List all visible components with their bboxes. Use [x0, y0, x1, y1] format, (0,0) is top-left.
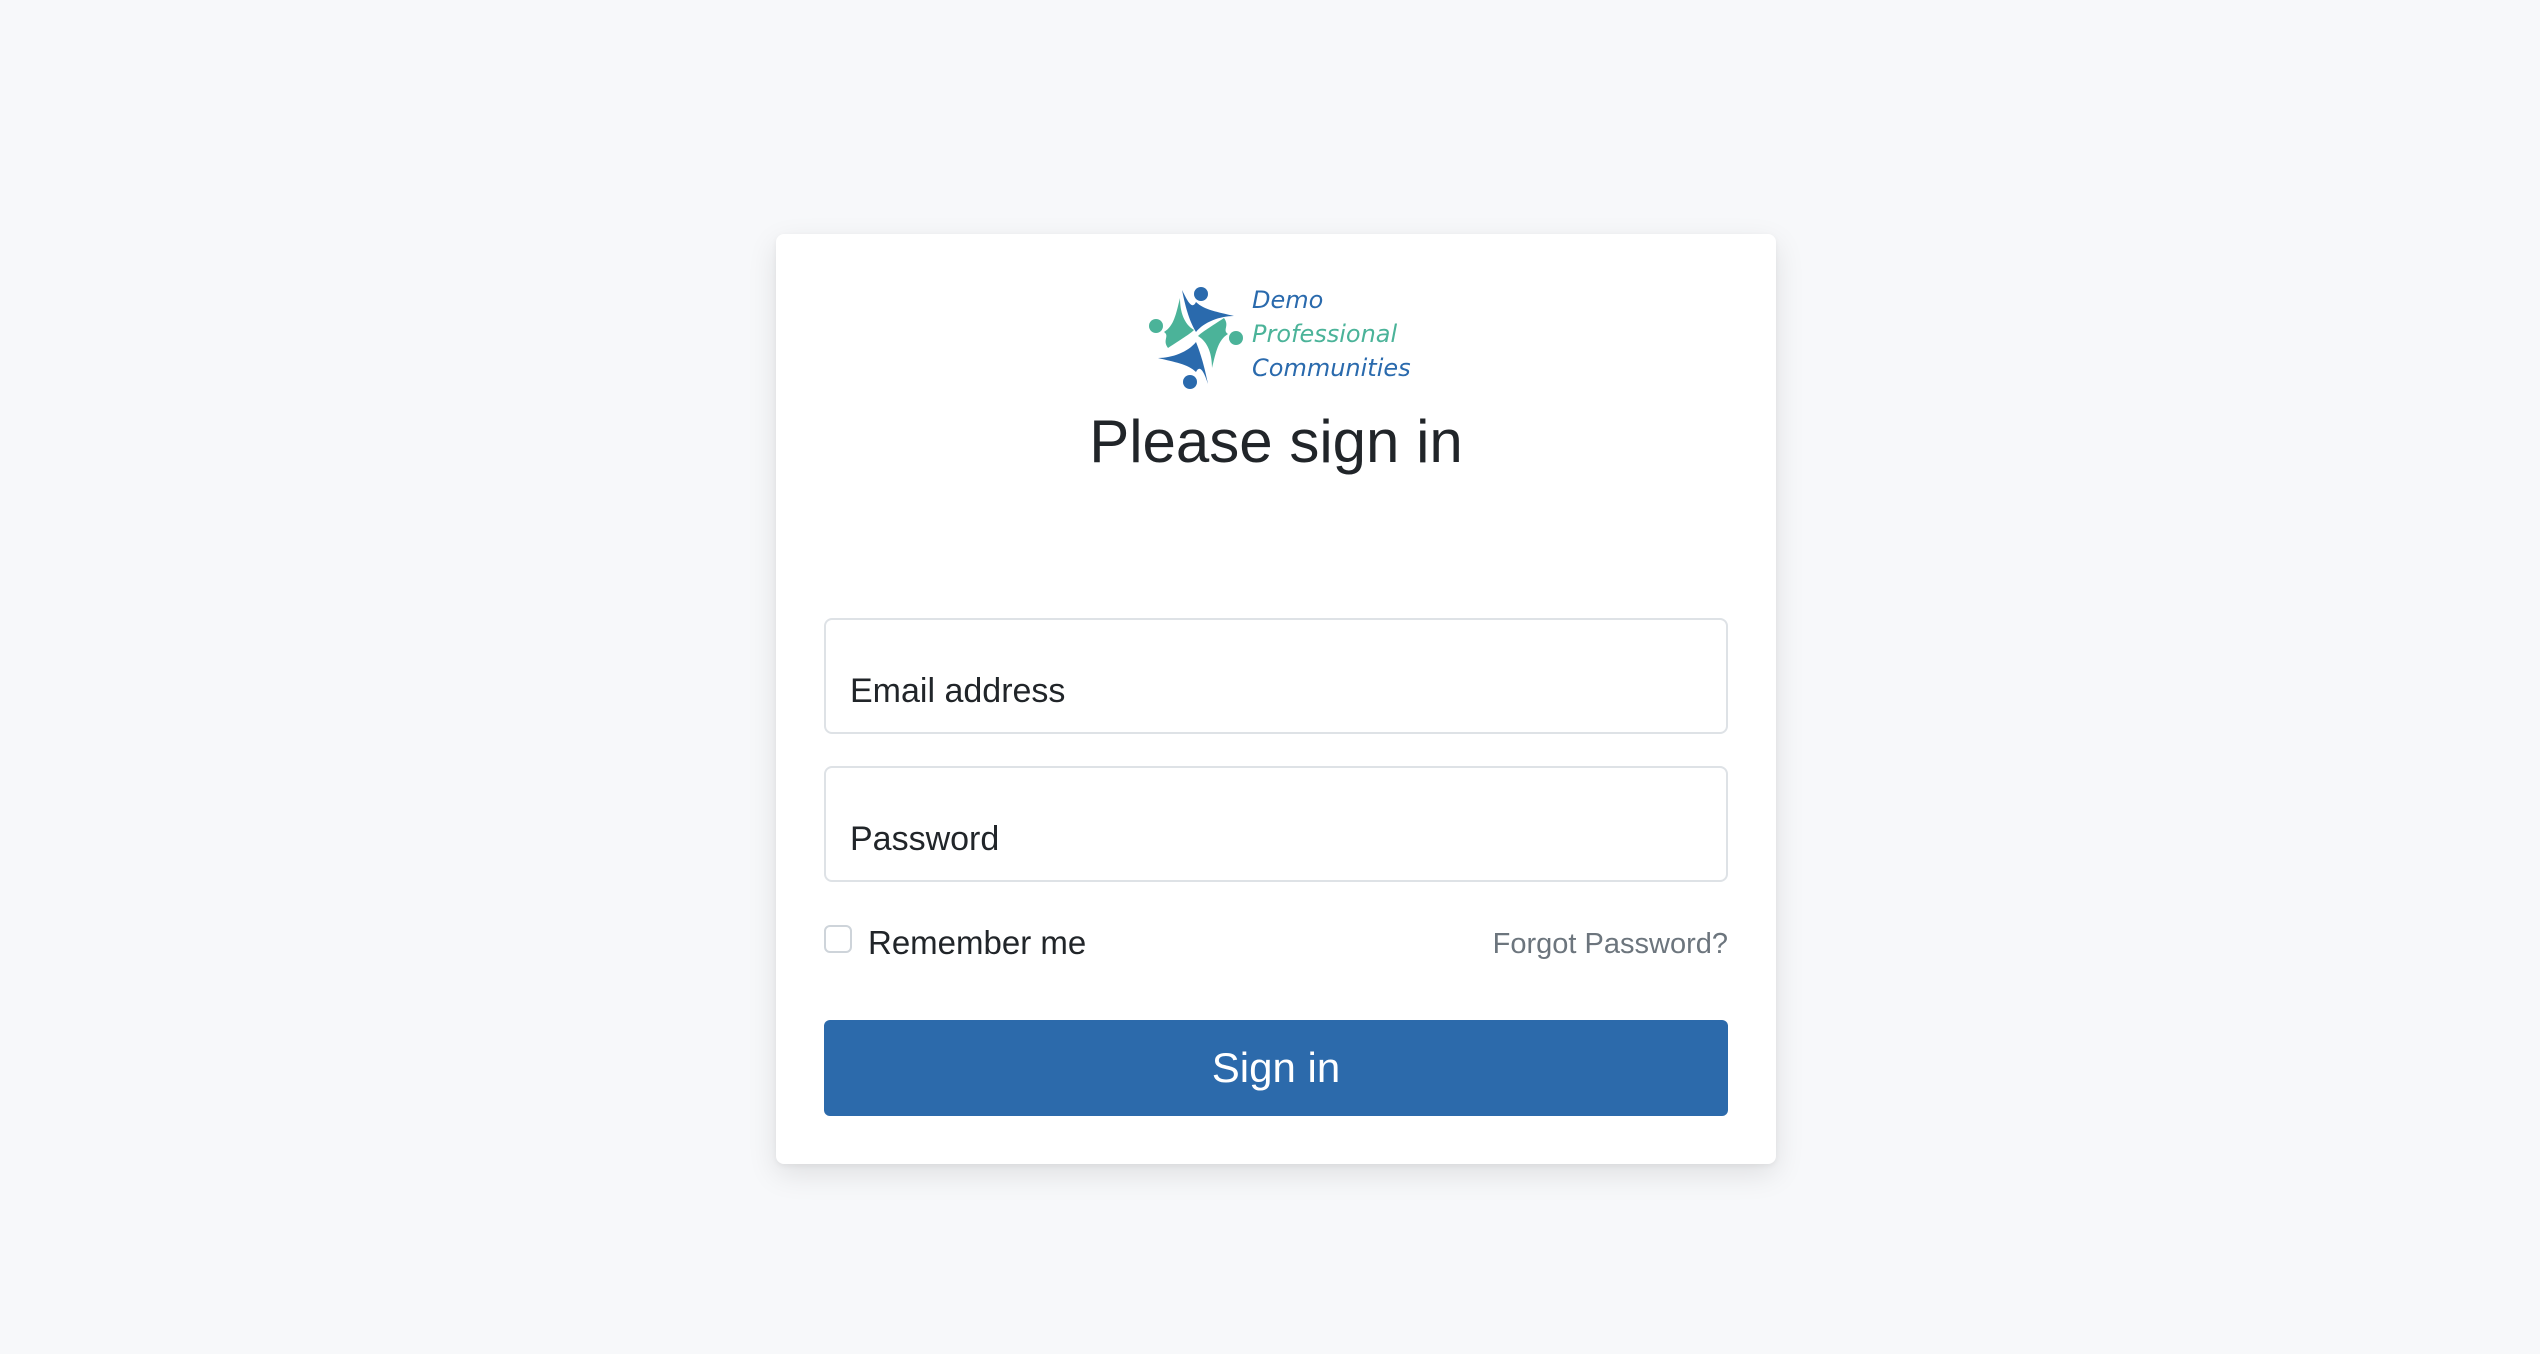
logo-text-communities: Communities — [1252, 354, 1411, 382]
password-input[interactable] — [826, 768, 1726, 880]
logo-text-professional: Professional — [1252, 320, 1398, 348]
remember-me-checkbox[interactable] — [824, 925, 852, 953]
email-field-wrapper — [824, 618, 1728, 734]
forgot-password-link[interactable]: Forgot Password? — [1493, 928, 1728, 961]
demo-professional-communities-logo: Demo Professional Communities — [1146, 282, 1416, 392]
sign-in-button[interactable]: Sign in — [824, 1020, 1728, 1116]
logo-text-demo: Demo — [1252, 286, 1323, 314]
signin-card: Demo Professional Communities Please sig… — [776, 234, 1776, 1164]
pinwheel-people-icon — [1149, 287, 1243, 389]
page-title: Please sign in — [1089, 408, 1463, 475]
remember-me-row: Remember me — [824, 924, 1086, 962]
email-input[interactable] — [826, 620, 1726, 732]
remember-me-label[interactable]: Remember me — [868, 924, 1086, 962]
logo-graphic: Demo Professional Communities — [1149, 286, 1411, 389]
password-field-wrapper — [824, 766, 1728, 882]
